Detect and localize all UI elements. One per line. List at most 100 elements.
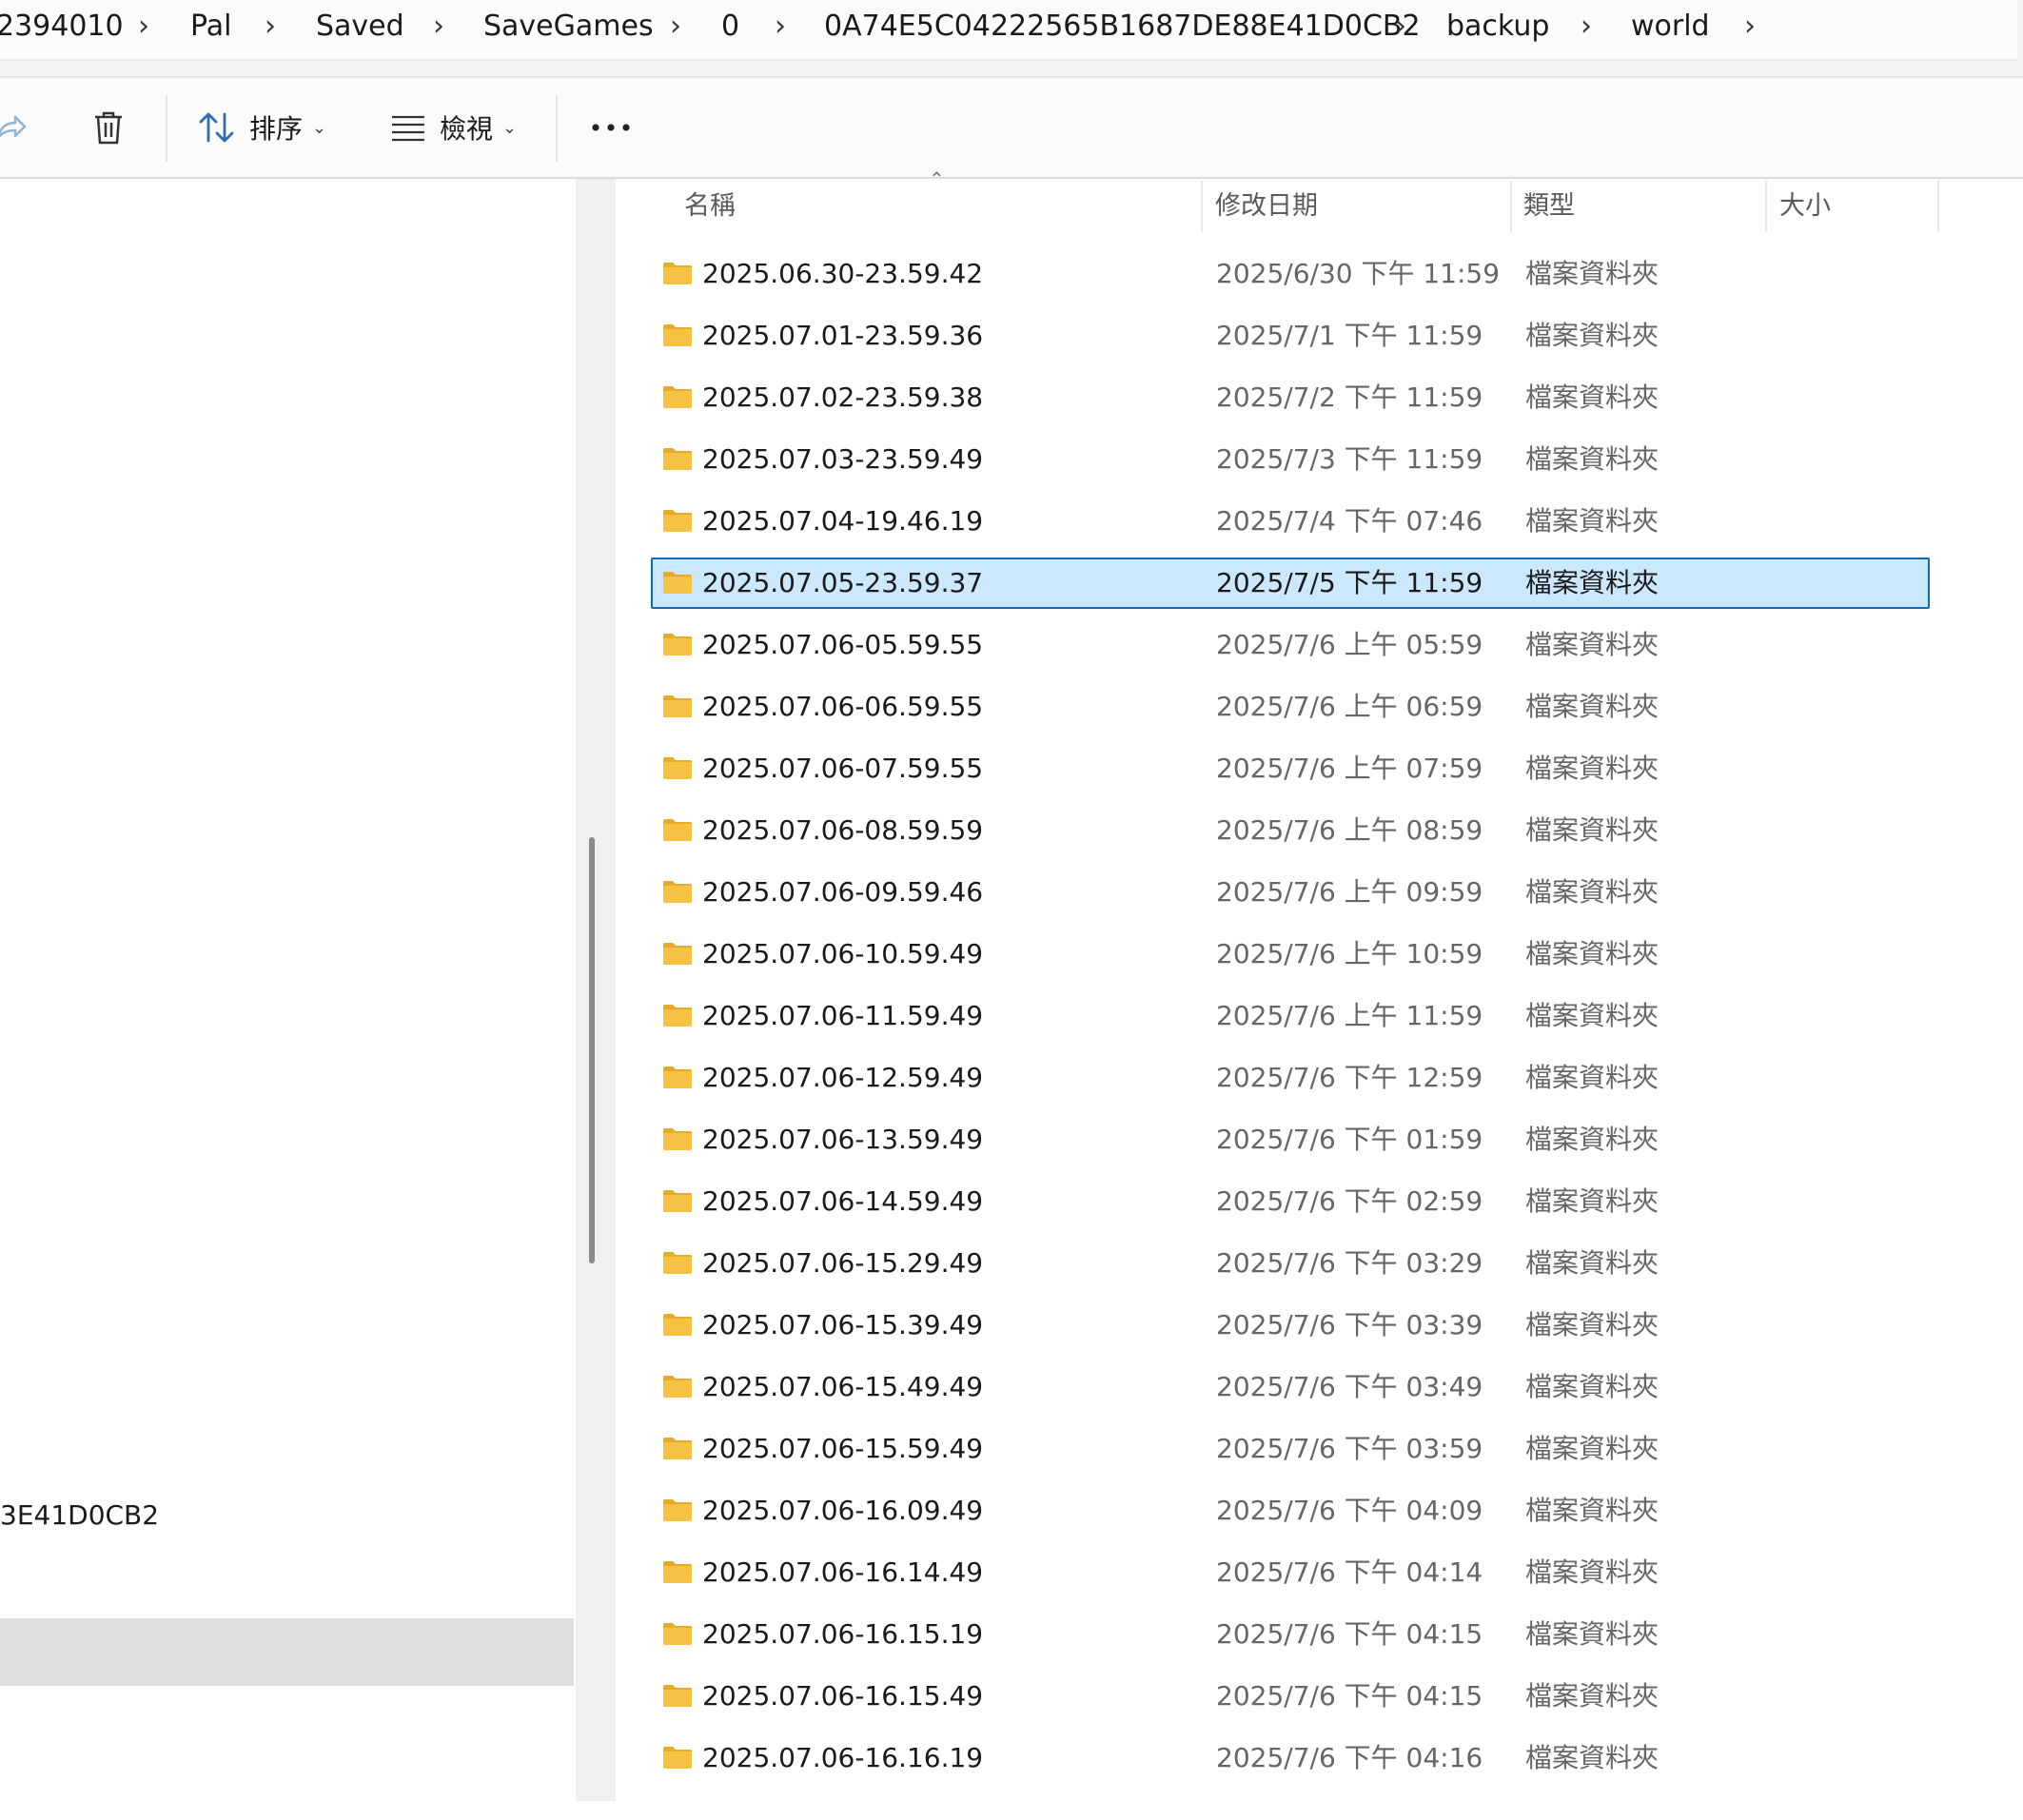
table-row[interactable]: 2025.07.06-13.59.49 2025/7/6 下午 01:59 檔案資料… bbox=[651, 1114, 1930, 1165]
table-row[interactable]: 2025.07.01-23.59.36 2025/7/1 下午 11:59 檔案資料… bbox=[651, 310, 1930, 362]
file-name: 2025.07.06-13.59.49 bbox=[702, 1124, 984, 1155]
file-modified-date: 2025/7/5 下午 11:59 bbox=[1216, 567, 1483, 598]
file-name: 2025.07.03-23.59.49 bbox=[702, 443, 984, 475]
chevron-right-icon[interactable]: › bbox=[131, 4, 156, 49]
breadcrumb-item-0[interactable]: 0 bbox=[721, 4, 739, 49]
table-row[interactable]: 2025.07.06-16.14.49 2025/7/6 下午 04:14 檔案資料… bbox=[651, 1547, 1930, 1598]
file-type: 檔案資料夾 bbox=[1525, 1247, 1660, 1279]
table-row-selected[interactable]: 2025.07.05-23.59.37 2025/7/5 下午 11:59 檔案資料… bbox=[651, 558, 1930, 609]
column-divider[interactable] bbox=[1937, 181, 1939, 232]
table-row[interactable]: 2025.07.06-08.59.59 2025/7/6 上午 08:59 檔案資料… bbox=[651, 805, 1930, 856]
breadcrumb-item-backup[interactable]: backup bbox=[1446, 4, 1549, 49]
file-type: 檔案資料夾 bbox=[1525, 1185, 1660, 1217]
breadcrumb[interactable]: 2394010 › Pal › Saved › SaveGames › 0 › … bbox=[0, 0, 2017, 61]
nav-scrollbar-thumb[interactable] bbox=[589, 837, 595, 1263]
nav-scrollbar[interactable] bbox=[576, 179, 616, 1801]
breadcrumb-item-savegames[interactable]: SaveGames bbox=[483, 4, 654, 49]
chevron-down-icon: ⌄ bbox=[312, 117, 327, 138]
folder-icon bbox=[663, 1747, 692, 1769]
file-name: 2025.07.04-19.46.19 bbox=[702, 505, 984, 537]
table-row[interactable]: 2025.07.03-23.59.49 2025/7/3 下午 11:59 檔案資料… bbox=[651, 434, 1930, 485]
trash-icon bbox=[95, 111, 122, 145]
file-type: 檔案資料夾 bbox=[1525, 691, 1660, 722]
breadcrumb-item-id[interactable]: 0A74E5C04222565B1687DE88E41D0CB2 bbox=[824, 4, 1421, 49]
folder-icon bbox=[663, 510, 692, 532]
table-row[interactable]: 2025.07.06-12.59.49 2025/7/6 下午 12:59 檔案資料… bbox=[651, 1052, 1930, 1104]
chevron-down-icon: ⌄ bbox=[502, 117, 518, 138]
chevron-right-icon[interactable]: › bbox=[1388, 4, 1413, 49]
nav-item-selected[interactable] bbox=[0, 1618, 574, 1686]
file-name: 2025.07.06-14.59.49 bbox=[702, 1185, 984, 1217]
file-modified-date: 2025/7/6 下午 01:59 bbox=[1216, 1124, 1483, 1155]
share-icon bbox=[0, 115, 27, 138]
folder-icon bbox=[663, 1499, 692, 1521]
table-row[interactable]: 2025.06.30-23.59.42 2025/6/30 下午 11:59 檔案資… bbox=[651, 248, 1930, 300]
file-name: 2025.07.06-15.29.49 bbox=[702, 1247, 984, 1279]
file-modified-date: 2025/7/6 下午 04:15 bbox=[1216, 1618, 1483, 1650]
table-row[interactable]: 2025.07.06-15.39.49 2025/7/6 下午 03:39 檔案資料… bbox=[651, 1300, 1930, 1351]
view-button[interactable]: 檢視 ⌄ bbox=[390, 78, 517, 177]
table-row[interactable]: 2025.07.06-16.15.19 2025/7/6 下午 04:15 檔案資料… bbox=[651, 1609, 1930, 1660]
column-header-name[interactable]: 名稱 bbox=[684, 181, 736, 232]
breadcrumb-item-saved[interactable]: Saved bbox=[316, 4, 404, 49]
folder-icon bbox=[663, 448, 692, 470]
column-divider[interactable] bbox=[1765, 181, 1767, 232]
column-divider[interactable] bbox=[1201, 181, 1203, 232]
column-header-date[interactable]: 修改日期 bbox=[1215, 181, 1318, 232]
view-label: 檢視 bbox=[440, 113, 494, 145]
table-row[interactable]: 2025.07.06-16.16.19 2025/7/6 下午 04:16 檔案資料… bbox=[651, 1732, 1930, 1784]
chevron-right-icon[interactable]: › bbox=[258, 4, 283, 49]
file-type: 檔案資料夾 bbox=[1525, 1680, 1660, 1712]
file-name: 2025.07.06-11.59.49 bbox=[702, 1000, 984, 1031]
breadcrumb-item-appid[interactable]: 2394010 bbox=[0, 4, 124, 49]
file-modified-date: 2025/7/6 下午 03:49 bbox=[1216, 1371, 1483, 1402]
file-type: 檔案資料夾 bbox=[1525, 258, 1660, 289]
column-divider[interactable] bbox=[1510, 181, 1512, 232]
file-name: 2025.07.06-09.59.46 bbox=[702, 876, 984, 908]
table-row[interactable]: 2025.07.06-16.09.49 2025/7/6 下午 04:09 檔案資料… bbox=[651, 1485, 1930, 1536]
sort-button[interactable]: 排序 ⌄ bbox=[198, 78, 326, 177]
folder-icon bbox=[663, 1561, 692, 1583]
chevron-right-icon[interactable]: › bbox=[1738, 4, 1762, 49]
more-options-button[interactable] bbox=[590, 78, 632, 177]
column-header-size[interactable]: 大小 bbox=[1779, 181, 1831, 232]
chevron-right-icon[interactable]: › bbox=[768, 4, 793, 49]
table-row[interactable]: 2025.07.06-06.59.55 2025/7/6 上午 06:59 檔案資料… bbox=[651, 681, 1930, 733]
breadcrumb-item-world[interactable]: world bbox=[1631, 4, 1710, 49]
folder-icon bbox=[663, 819, 692, 841]
sort-icon bbox=[199, 112, 234, 143]
file-modified-date: 2025/7/6 下午 12:59 bbox=[1216, 1062, 1483, 1093]
folder-icon bbox=[663, 1067, 692, 1088]
file-name: 2025.07.06-15.49.49 bbox=[702, 1371, 984, 1402]
file-name: 2025.07.06-16.14.49 bbox=[702, 1556, 984, 1588]
delete-button[interactable] bbox=[91, 78, 126, 177]
file-type: 檔案資料夾 bbox=[1525, 505, 1660, 537]
file-name: 2025.07.06-15.39.49 bbox=[702, 1309, 984, 1341]
table-row[interactable]: 2025.07.06-15.29.49 2025/7/6 下午 03:29 檔案資料… bbox=[651, 1238, 1930, 1289]
table-row[interactable]: 2025.07.06-14.59.49 2025/7/6 下午 02:59 檔案資料… bbox=[651, 1176, 1930, 1227]
share-button[interactable] bbox=[0, 78, 27, 177]
file-type: 檔案資料夾 bbox=[1525, 1742, 1660, 1773]
table-row[interactable]: 2025.07.06-16.15.49 2025/7/6 下午 04:15 檔案資料… bbox=[651, 1671, 1930, 1722]
nav-item-folder[interactable]: 3E41D0CB2 bbox=[0, 1499, 159, 1531]
column-header-type[interactable]: 類型 bbox=[1523, 181, 1575, 232]
file-modified-date: 2025/7/6 下午 04:14 bbox=[1216, 1556, 1483, 1588]
file-modified-date: 2025/7/6 上午 07:59 bbox=[1216, 753, 1483, 784]
table-row[interactable]: 2025.07.06-09.59.46 2025/7/6 上午 09:59 檔案資料… bbox=[651, 867, 1930, 918]
table-row[interactable]: 2025.07.06-07.59.55 2025/7/6 上午 07:59 檔案資料… bbox=[651, 743, 1930, 794]
table-row[interactable]: 2025.07.04-19.46.19 2025/7/4 下午 07:46 檔案資料… bbox=[651, 496, 1930, 547]
table-row[interactable]: 2025.07.06-15.49.49 2025/7/6 下午 03:49 檔案資料… bbox=[651, 1361, 1930, 1413]
table-row[interactable]: 2025.07.06-10.59.49 2025/7/6 上午 10:59 檔案資料… bbox=[651, 929, 1930, 980]
file-modified-date: 2025/7/6 下午 04:09 bbox=[1216, 1495, 1483, 1526]
table-row[interactable]: 2025.07.02-23.59.38 2025/7/2 下午 11:59 檔案資料… bbox=[651, 372, 1930, 423]
chevron-right-icon[interactable]: › bbox=[426, 4, 451, 49]
chevron-right-icon[interactable]: › bbox=[663, 4, 688, 49]
file-type: 檔案資料夾 bbox=[1525, 1433, 1660, 1464]
chevron-right-icon[interactable]: › bbox=[1574, 4, 1599, 49]
folder-icon bbox=[663, 1314, 692, 1336]
table-row[interactable]: 2025.07.06-15.59.49 2025/7/6 下午 03:59 檔案資料… bbox=[651, 1423, 1930, 1475]
breadcrumb-item-pal[interactable]: Pal bbox=[190, 4, 231, 49]
table-row[interactable]: 2025.07.06-05.59.55 2025/7/6 上午 05:59 檔案資料… bbox=[651, 619, 1930, 671]
table-row[interactable]: 2025.07.06-11.59.49 2025/7/6 上午 11:59 檔案資料… bbox=[651, 990, 1930, 1042]
file-name: 2025.07.06-16.15.19 bbox=[702, 1618, 984, 1650]
